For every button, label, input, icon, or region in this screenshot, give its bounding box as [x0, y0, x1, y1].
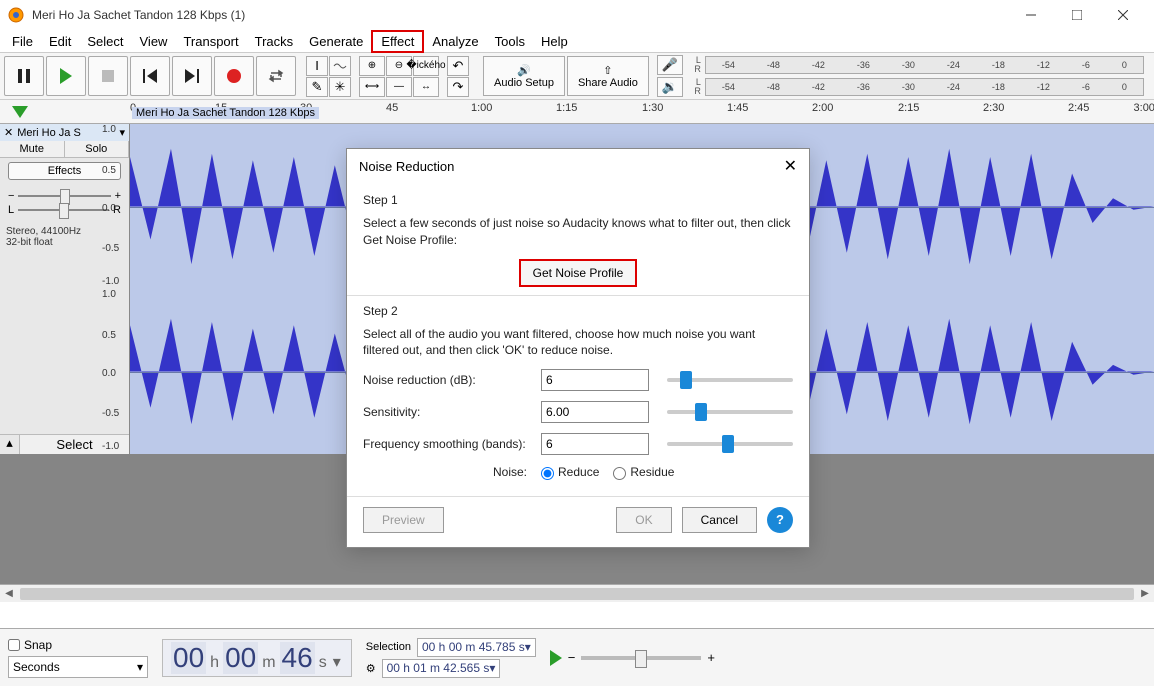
multi-tool-icon[interactable]: ✳: [329, 77, 351, 97]
title-bar: Meri Ho Ja Sachet Tandon 128 Kbps (1): [0, 0, 1154, 30]
maximize-button[interactable]: [1054, 0, 1100, 30]
noise-reduction-dialog: Noise Reduction ✕ Step 1 Select a few se…: [346, 148, 810, 548]
meters: 🎤 LR -54-48-42-36-30-24-18-12-60 🔉 LR -5…: [651, 55, 1150, 97]
stop-button[interactable]: [88, 56, 128, 96]
noise-label: Noise:: [493, 465, 527, 479]
time-display[interactable]: 00h 00m 46s▾: [162, 639, 352, 677]
nr-label: Noise reduction (dB):: [363, 373, 531, 387]
tool-grid: I ✎ ✳: [306, 56, 351, 97]
menu-transport[interactable]: Transport: [175, 32, 246, 51]
sens-slider[interactable]: [667, 410, 793, 414]
playback-meter[interactable]: -54-48-42-36-30-24-18-12-60: [705, 78, 1144, 96]
step2-desc: Select all of the audio you want filtere…: [363, 326, 793, 360]
fit-selection-icon[interactable]: �ického: [413, 56, 439, 76]
skip-end-button[interactable]: [172, 56, 212, 96]
menu-help[interactable]: Help: [533, 32, 576, 51]
snap-checkbox[interactable]: Snap: [8, 638, 148, 652]
track-dropdown-icon[interactable]: ▾: [119, 126, 125, 139]
menu-select[interactable]: Select: [79, 32, 131, 51]
dialog-close-icon[interactable]: ✕: [784, 156, 797, 176]
trim-icon[interactable]: ⟷: [359, 77, 385, 97]
get-noise-profile-button[interactable]: Get Noise Profile: [519, 259, 638, 287]
status-bar: Snap Seconds▾ 00h 00m 46s▾ Selection 00 …: [0, 628, 1154, 686]
menu-tools[interactable]: Tools: [487, 32, 533, 51]
dialog-title: Noise Reduction: [359, 159, 784, 174]
track-close-icon[interactable]: ✕: [4, 126, 13, 139]
gear-icon[interactable]: ⚙: [366, 662, 376, 675]
menu-effect[interactable]: Effect: [371, 30, 424, 53]
playhead-icon[interactable]: [12, 106, 28, 118]
help-icon[interactable]: ?: [767, 507, 793, 533]
fs-input[interactable]: [541, 433, 649, 455]
clip-title[interactable]: Meri Ho Ja Sachet Tandon 128 Kbps: [132, 107, 319, 119]
pause-button[interactable]: [4, 56, 44, 96]
draw-tool-icon[interactable]: ✎: [306, 77, 328, 97]
menu-bar: File Edit Select View Transport Tracks G…: [0, 30, 1154, 52]
play-lr-label: LR: [687, 78, 701, 96]
audio-setup-label: Audio Setup: [494, 77, 554, 89]
cancel-button[interactable]: Cancel: [682, 507, 757, 533]
zoom-in-icon[interactable]: ⊕: [359, 56, 385, 76]
horizontal-scrollbar[interactable]: ◀ ▶: [0, 584, 1154, 602]
selection-label: Selection: [366, 641, 411, 653]
play-button[interactable]: [46, 56, 86, 96]
fs-slider[interactable]: [667, 442, 793, 446]
menu-analyze[interactable]: Analyze: [424, 32, 486, 51]
redo-icon[interactable]: ↷: [447, 77, 469, 97]
sens-input[interactable]: [541, 401, 649, 423]
menu-tracks[interactable]: Tracks: [247, 32, 302, 51]
rec-lr-label: LR: [687, 56, 701, 74]
gain-slider[interactable]: −+: [8, 190, 121, 202]
share-audio-button[interactable]: ⇧ Share Audio: [567, 56, 649, 96]
snap-unit-select[interactable]: Seconds▾: [8, 656, 148, 678]
menu-edit[interactable]: Edit: [41, 32, 79, 51]
record-button[interactable]: [214, 56, 254, 96]
play-speed-icon[interactable]: [550, 650, 562, 666]
share-audio-label: Share Audio: [578, 77, 638, 89]
solo-button[interactable]: Solo: [65, 141, 130, 157]
sens-label: Sensitivity:: [363, 405, 531, 419]
close-button[interactable]: [1100, 0, 1146, 30]
step2-label: Step 2: [363, 304, 793, 318]
selection-end-field[interactable]: 00 h 01 m 42.565 s ▾: [382, 659, 501, 678]
share-icon: ⇧: [603, 64, 612, 77]
undo-icon[interactable]: ↶: [447, 56, 469, 76]
silence-icon[interactable]: —: [386, 77, 412, 97]
envelope-tool-icon[interactable]: [329, 56, 351, 76]
audio-setup-button[interactable]: 🔊 Audio Setup: [483, 56, 565, 96]
collapse-icon[interactable]: ▴: [0, 435, 20, 454]
menu-view[interactable]: View: [132, 32, 176, 51]
scroll-right-icon[interactable]: ▶: [1136, 588, 1154, 599]
chevron-down-icon: ▾: [137, 660, 143, 674]
record-meter-icon[interactable]: 🎤: [657, 55, 683, 75]
step1-label: Step 1: [363, 193, 793, 207]
app-logo-icon: [8, 7, 24, 23]
selection-tool-icon[interactable]: I: [306, 56, 328, 76]
main-toolbar: I ✎ ✳ ⊕ ⊖ �ického ⟷ — ↔ ↶ ↷ 🔊 Audio Setu…: [0, 52, 1154, 100]
residue-radio[interactable]: Residue: [613, 465, 674, 479]
skip-start-button[interactable]: [130, 56, 170, 96]
step1-desc: Select a few seconds of just noise so Au…: [363, 215, 793, 249]
reduce-radio[interactable]: Reduce: [541, 465, 599, 479]
play-at-speed[interactable]: −+: [550, 650, 715, 666]
zoom-grid: ⊕ ⊖ �ického ⟷ — ↔: [359, 56, 439, 97]
preview-button[interactable]: Preview: [363, 507, 444, 533]
ok-button[interactable]: OK: [616, 507, 671, 533]
scroll-left-icon[interactable]: ◀: [0, 588, 18, 599]
menu-file[interactable]: File: [4, 32, 41, 51]
loop-button[interactable]: [256, 56, 296, 96]
mute-button[interactable]: Mute: [0, 141, 65, 157]
nr-input[interactable]: [541, 369, 649, 391]
nr-slider[interactable]: [667, 378, 793, 382]
minimize-button[interactable]: [1008, 0, 1054, 30]
play-meter-icon[interactable]: 🔉: [657, 77, 683, 97]
undo-grid: ↶ ↷: [447, 56, 473, 97]
fs-label: Frequency smoothing (bands):: [363, 437, 531, 451]
recording-meter[interactable]: -54-48-42-36-30-24-18-12-60: [705, 56, 1144, 74]
fit-project-icon[interactable]: ↔: [413, 77, 439, 97]
speaker-icon: 🔊: [517, 64, 531, 77]
menu-generate[interactable]: Generate: [301, 32, 371, 51]
window-title: Meri Ho Ja Sachet Tandon 128 Kbps (1): [32, 8, 1008, 22]
selection-start-field[interactable]: 00 h 00 m 45.785 s ▾: [417, 638, 536, 657]
